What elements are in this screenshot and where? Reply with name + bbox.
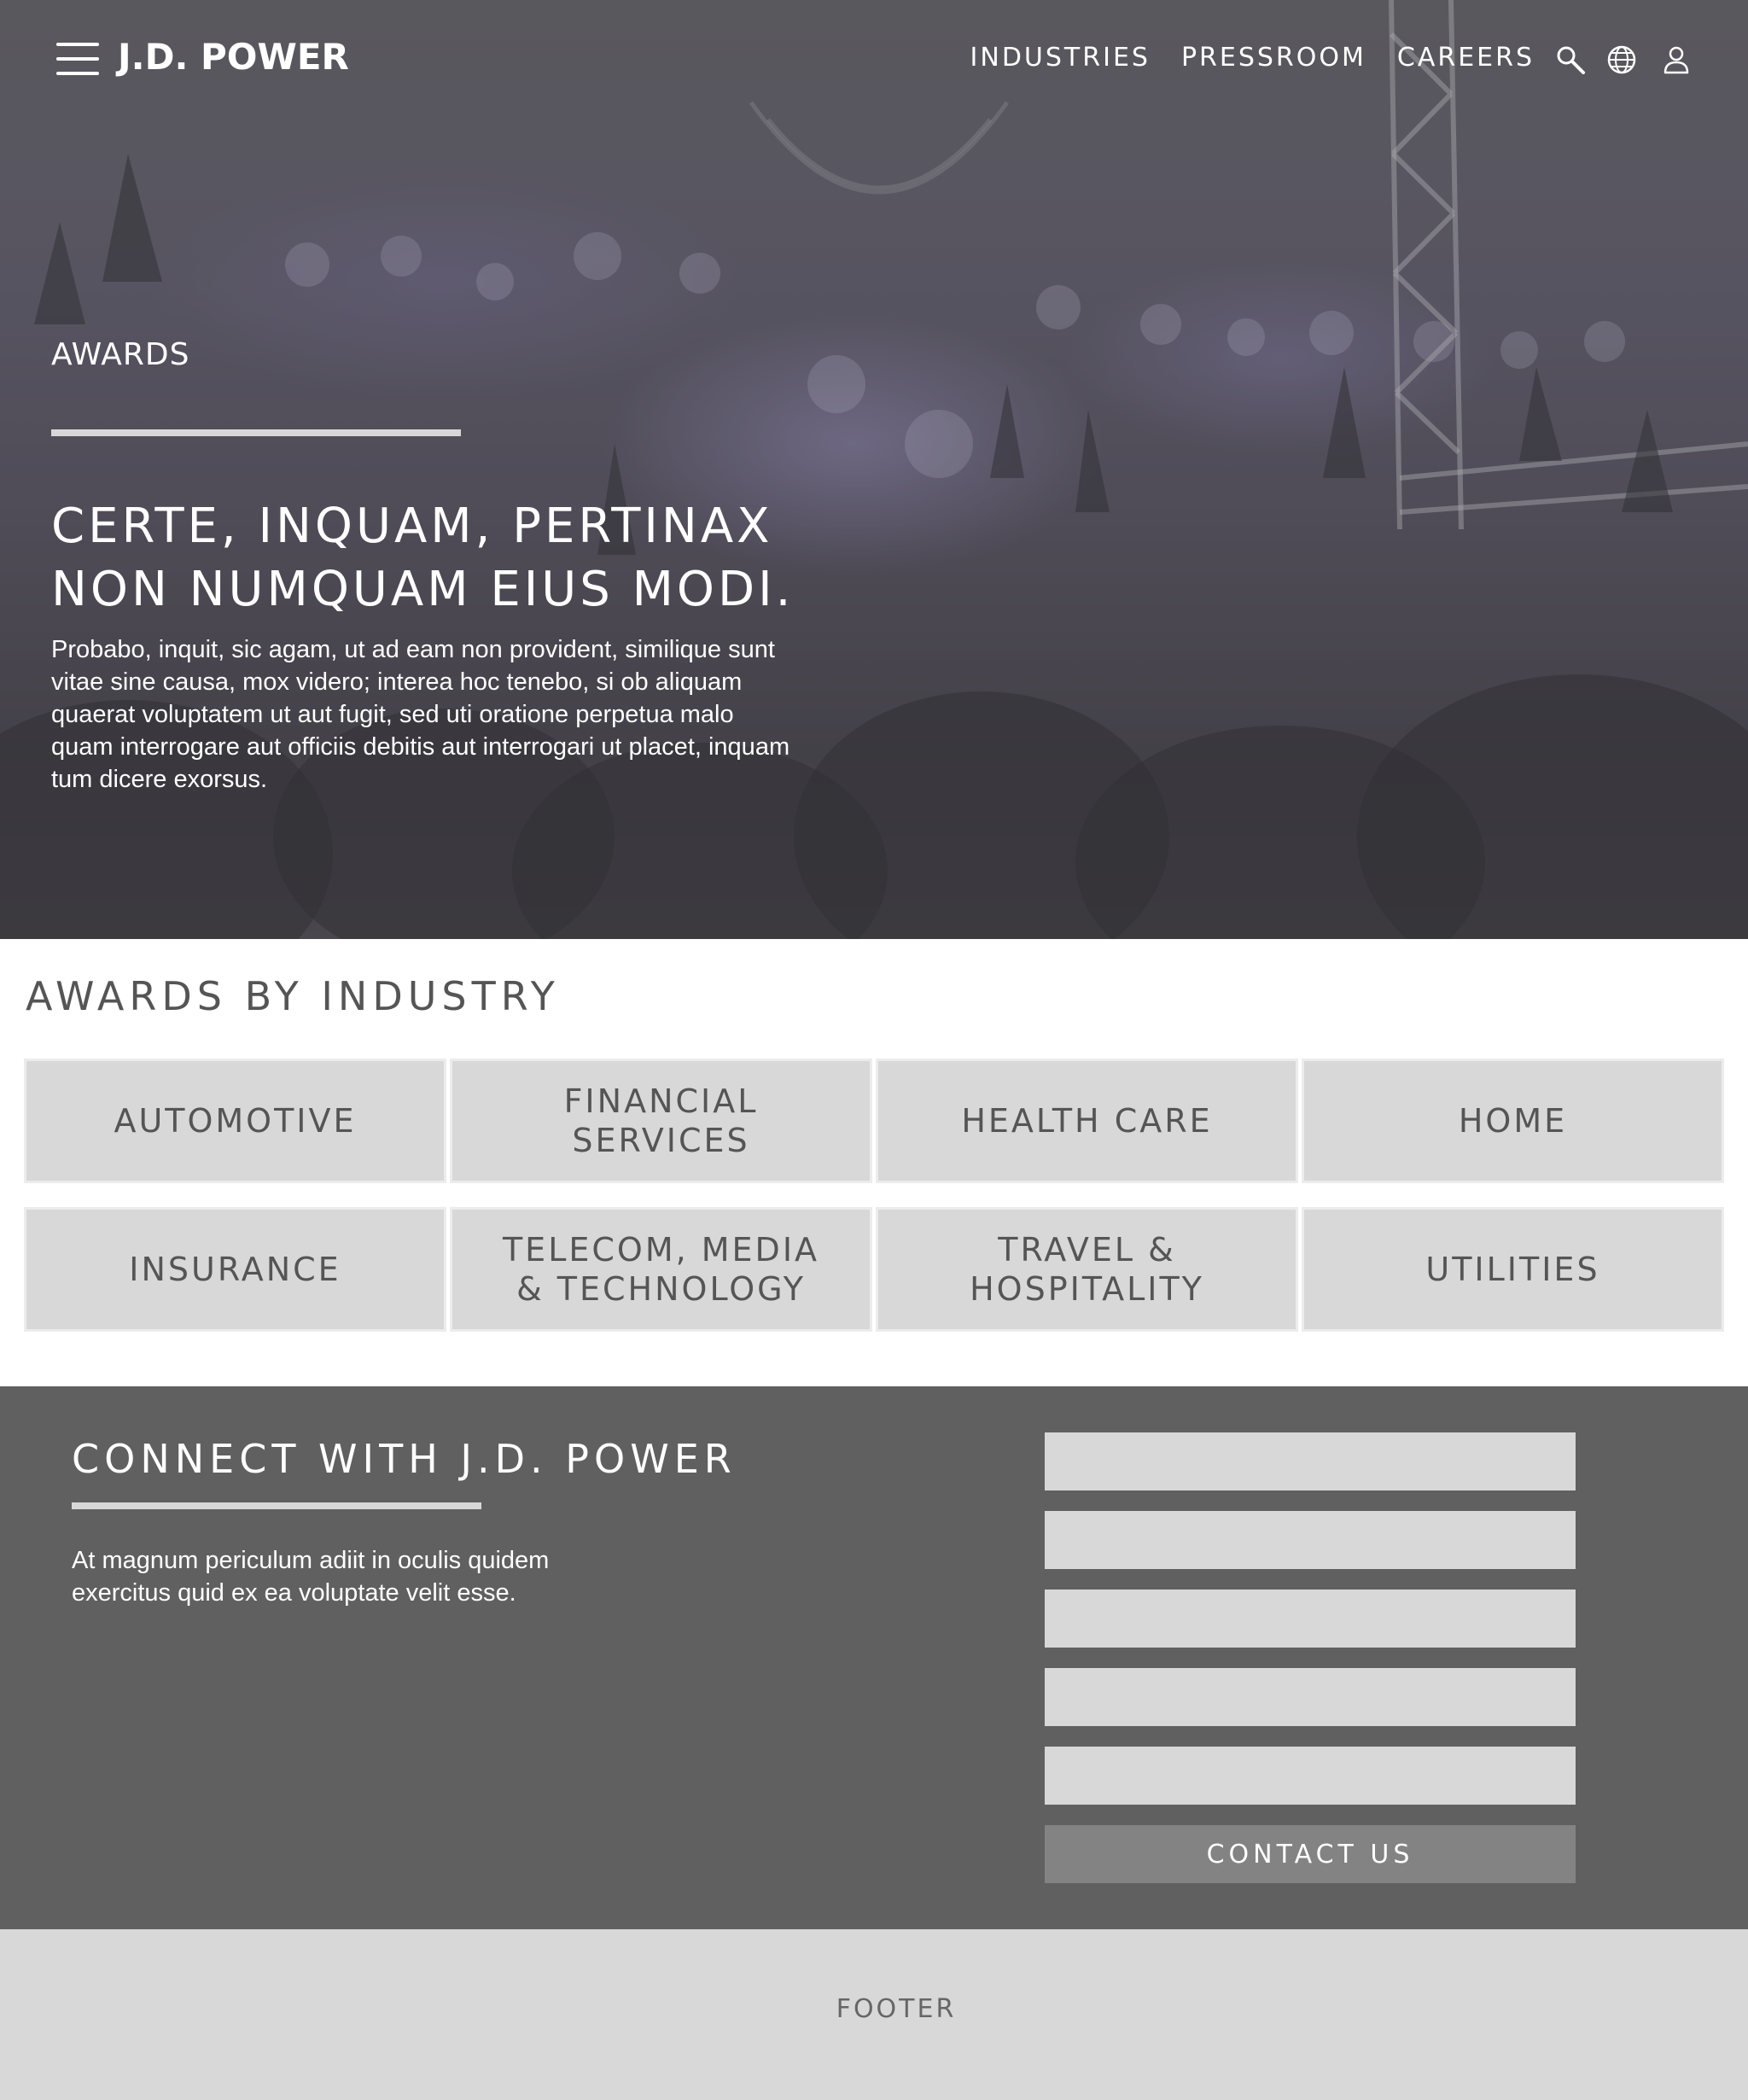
nav-pressroom[interactable]: PRESSROOM — [1181, 43, 1366, 73]
industry-tile-financial-services[interactable]: FINANCIAL SERVICES — [450, 1059, 872, 1183]
contact-field-4[interactable] — [1045, 1668, 1576, 1726]
hero-overlay — [0, 0, 1748, 939]
connect-section: CONNECT WITH J.D. POWER At magnum pericu… — [0, 1386, 1748, 1929]
hero-banner: J.D. POWER INDUSTRIES PRESSROOM CAREERS … — [0, 0, 1748, 939]
connect-divider — [72, 1502, 481, 1509]
hamburger-menu-icon[interactable] — [56, 43, 99, 75]
industry-tile-automotive[interactable]: AUTOMOTIVE — [24, 1059, 446, 1183]
industry-tile-insurance[interactable]: INSURANCE — [24, 1207, 446, 1332]
industry-grid: AUTOMOTIVE FINANCIAL SERVICES HEALTH CAR… — [24, 1059, 1724, 1332]
industry-tile-travel-hospitality[interactable]: TRAVEL & HOSPITALITY — [876, 1207, 1298, 1332]
contact-field-5[interactable] — [1045, 1747, 1576, 1805]
connect-title: CONNECT WITH J.D. POWER — [72, 1436, 737, 1482]
nav-careers[interactable]: CAREERS — [1397, 43, 1535, 73]
contact-field-1[interactable] — [1045, 1432, 1576, 1490]
contact-field-2[interactable] — [1045, 1511, 1576, 1569]
nav-industries[interactable]: INDUSTRIES — [970, 43, 1151, 73]
industry-tile-telecom-media-technology[interactable]: TELECOM, MEDIA & TECHNOLOGY — [450, 1207, 872, 1332]
footer: FOOTER — [0, 1929, 1748, 2100]
globe-icon[interactable] — [1606, 44, 1637, 75]
industry-tile-health-care[interactable]: HEALTH CARE — [876, 1059, 1298, 1183]
jd-power-logo[interactable]: J.D. POWER — [118, 36, 349, 78]
hero-eyebrow: AWARDS — [51, 337, 190, 372]
search-icon[interactable] — [1555, 44, 1586, 75]
industry-tile-utilities[interactable]: UTILITIES — [1302, 1207, 1724, 1332]
nav-links: INDUSTRIES PRESSROOM CAREERS — [970, 43, 1535, 73]
footer-label: FOOTER — [836, 1994, 957, 2024]
contact-form: CONTACT US — [1045, 1432, 1576, 1883]
awards-by-industry-heading: AWARDS BY INDUSTRY — [26, 973, 560, 1019]
user-icon[interactable] — [1661, 44, 1692, 75]
hero-body: Probabo, inquit, sic agam, ut ad eam non… — [51, 636, 790, 793]
hero-title: CERTE, INQUAM, PERTINAX NON NUMQUAM EIUS… — [51, 499, 795, 617]
contact-us-button[interactable]: CONTACT US — [1045, 1825, 1576, 1883]
contact-field-3[interactable] — [1045, 1590, 1576, 1648]
top-navigation: J.D. POWER INDUSTRIES PRESSROOM CAREERS — [0, 0, 1748, 120]
industry-tile-home[interactable]: HOME — [1302, 1059, 1724, 1183]
hero-divider — [51, 429, 461, 436]
connect-body: At magnum periculum adiit in oculis quid… — [72, 1547, 550, 1607]
